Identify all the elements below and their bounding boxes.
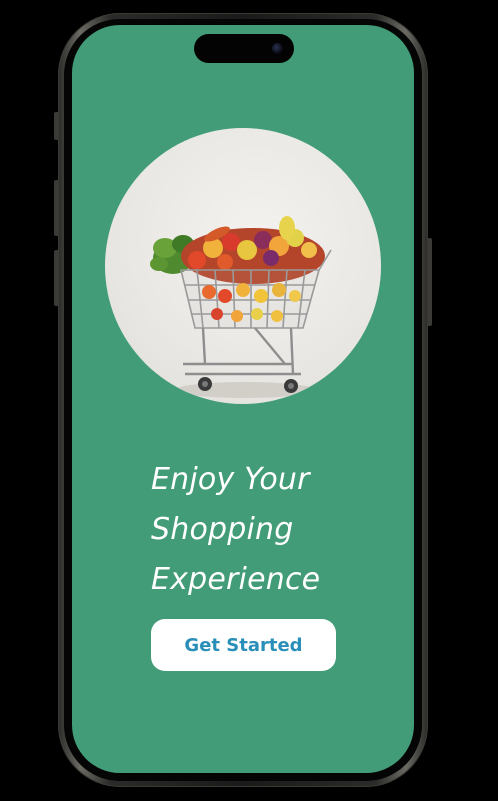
phone-power-button [427, 238, 432, 326]
hero-image [105, 128, 381, 404]
app-screen: Enjoy Your Shopping Experience Get Start… [72, 25, 414, 773]
dynamic-island [194, 34, 294, 63]
headline: Enjoy Your Shopping Experience [151, 455, 391, 605]
phone-volume-up-button [54, 180, 59, 236]
grocery-cart-illustration [150, 216, 332, 398]
phone-action-button [54, 112, 59, 140]
headline-line-2: Shopping [151, 512, 294, 547]
front-camera-icon [272, 43, 283, 54]
get-started-button[interactable]: Get Started [151, 619, 336, 671]
phone-volume-down-button [54, 250, 59, 306]
headline-line-3: Experience [151, 562, 321, 597]
headline-line-1: Enjoy Your [151, 462, 310, 497]
cart-frame-icon [183, 327, 301, 376]
